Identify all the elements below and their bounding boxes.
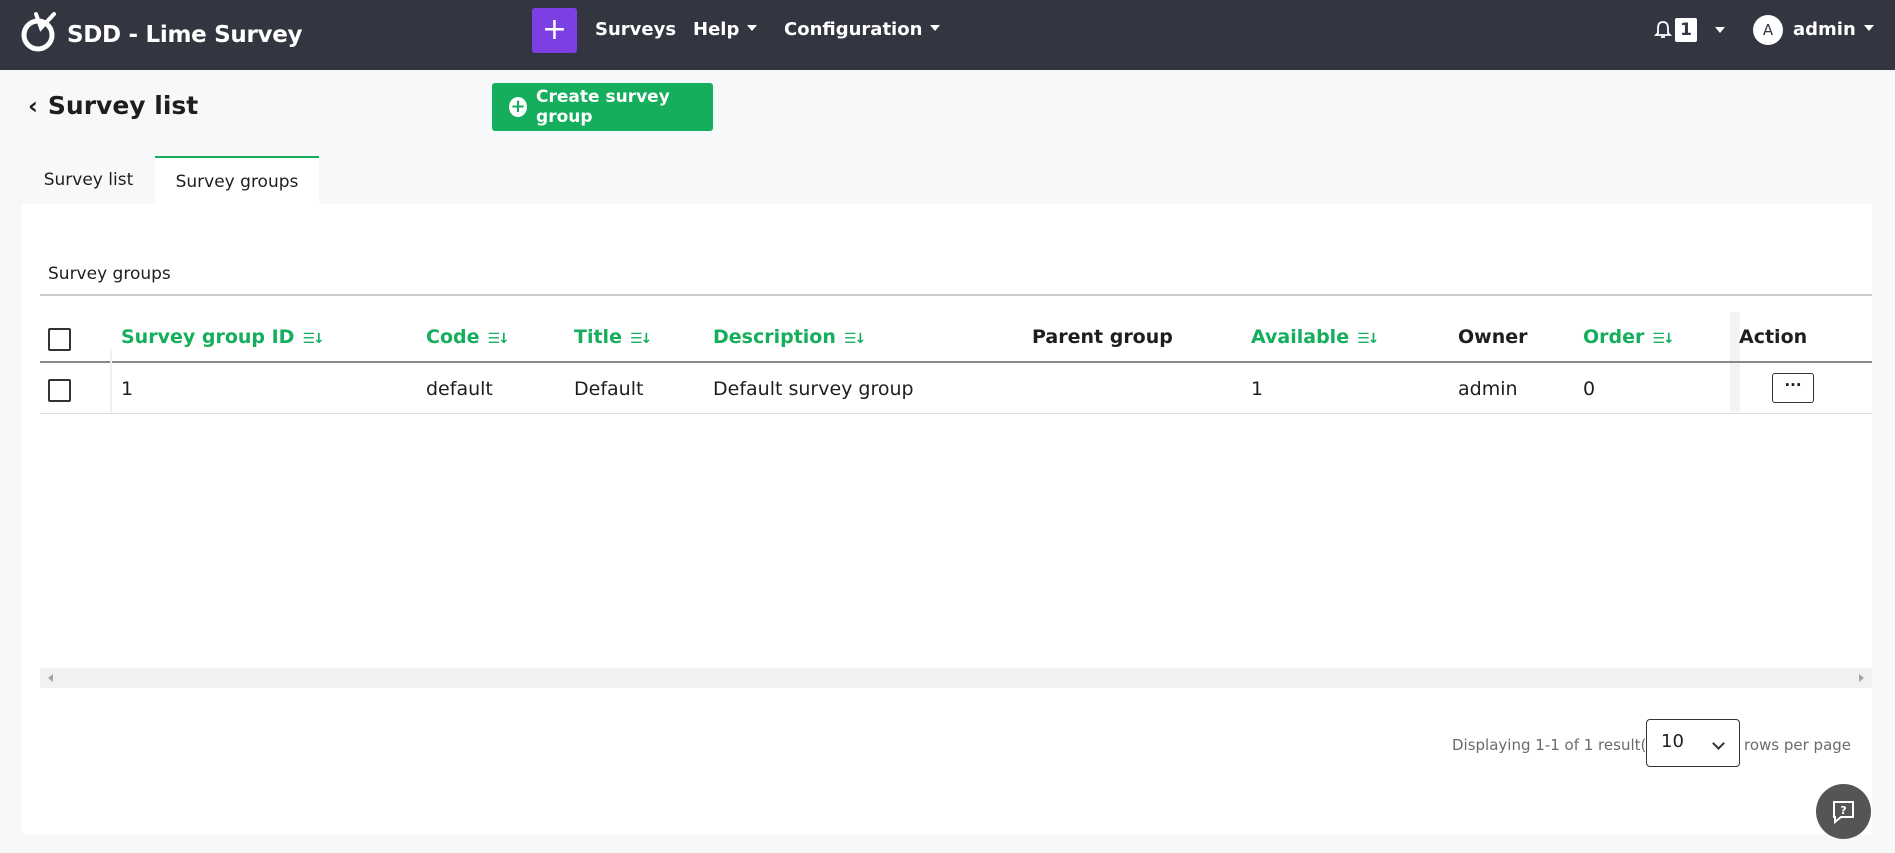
help-chat-button[interactable]: ? <box>1816 784 1871 839</box>
avatar[interactable]: A <box>1753 15 1783 45</box>
column-header-available[interactable]: Available ☰↓ <box>1251 326 1379 348</box>
nav-surveys-label: Surveys <box>595 19 677 40</box>
chat-question-icon: ? <box>1833 801 1854 825</box>
divider <box>40 361 1872 363</box>
horizontal-scrollbar[interactable] <box>40 668 1872 688</box>
nav-configuration-label: Configuration <box>784 19 923 40</box>
column-header-id[interactable]: Survey group ID ☰↓ <box>121 326 325 348</box>
scroll-left-icon[interactable] <box>48 674 53 682</box>
column-header-label: Order <box>1583 326 1645 348</box>
column-header-action: Action <box>1739 326 1808 348</box>
limesurvey-logo-icon[interactable] <box>20 10 60 54</box>
nav-configuration[interactable]: Configuration <box>784 19 941 40</box>
divider <box>40 413 1872 414</box>
create-survey-group-label: Create survey group <box>536 87 670 127</box>
column-header-title[interactable]: Title ☰↓ <box>574 326 652 348</box>
user-name: admin <box>1793 19 1856 40</box>
cell-owner: admin <box>1458 378 1518 400</box>
column-divider <box>110 349 112 413</box>
tab-survey-list[interactable]: Survey list <box>22 156 155 206</box>
pager-summary: Displaying 1-1 of 1 result(s). <box>1452 736 1665 754</box>
sort-icon: ☰↓ <box>1652 331 1674 347</box>
sort-icon: ☰↓ <box>487 331 509 347</box>
plus-icon: + <box>541 12 568 47</box>
create-survey-group-button[interactable]: + Create survey group <box>492 83 713 131</box>
column-header-description[interactable]: Description ☰↓ <box>713 326 866 348</box>
chevron-down-icon <box>1712 737 1725 750</box>
column-header-label: Title <box>574 326 622 348</box>
column-header-code[interactable]: Code ☰↓ <box>426 326 510 348</box>
scroll-right-icon[interactable] <box>1859 674 1864 682</box>
divider <box>40 294 1872 296</box>
create-plus-button[interactable]: + <box>532 8 577 53</box>
select-all-checkbox[interactable] <box>48 328 71 351</box>
row-actions-button[interactable]: ··· <box>1772 373 1814 403</box>
user-menu[interactable]: admin <box>1793 19 1874 40</box>
column-header-label: Description <box>713 326 836 348</box>
brand-name[interactable]: SDD - Lime Survey <box>67 22 302 48</box>
column-header-label: Survey group ID <box>121 326 295 348</box>
sort-icon: ☰↓ <box>302 331 324 347</box>
sort-icon: ☰↓ <box>1357 331 1379 347</box>
survey-groups-panel: Survey groups Survey group ID ☰↓ Code ☰↓ T… <box>22 204 1872 834</box>
caret-down-icon <box>1863 25 1874 31</box>
column-header-owner: Owner <box>1458 326 1528 348</box>
caret-down-icon[interactable] <box>1715 27 1725 33</box>
bell-icon[interactable] <box>1654 20 1672 40</box>
caret-down-icon <box>930 25 941 31</box>
nav-help-label: Help <box>693 19 740 40</box>
top-navbar: SDD - Lime Survey + Surveys Help Configu… <box>0 0 1895 70</box>
caret-down-icon <box>747 25 758 31</box>
sort-icon: ☰↓ <box>629 331 652 347</box>
rows-per-page-value: 10 <box>1661 731 1684 752</box>
svg-text:?: ? <box>1840 804 1846 817</box>
back-link[interactable]: ‹ Survey list <box>28 91 198 120</box>
sort-icon: ☰↓ <box>843 331 866 347</box>
cell-id: 1 <box>121 378 134 400</box>
page-title: Survey list <box>47 91 199 120</box>
row-checkbox[interactable] <box>48 379 71 402</box>
chevron-left-icon: ‹ <box>28 91 38 120</box>
rows-per-page-label: rows per page <box>1744 736 1852 754</box>
plus-circle-icon: + <box>509 96 528 117</box>
column-header-label: Code <box>426 326 480 348</box>
nav-surveys[interactable]: Surveys <box>595 19 676 40</box>
column-header-order[interactable]: Order ☰↓ <box>1583 326 1675 348</box>
nav-help[interactable]: Help <box>693 19 758 40</box>
cell-order: 0 <box>1583 378 1596 400</box>
cell-available: 1 <box>1251 378 1264 400</box>
panel-title: Survey groups <box>48 264 171 284</box>
column-header-label: Available <box>1251 326 1350 348</box>
rows-per-page-select[interactable]: 10 <box>1646 719 1740 767</box>
cell-code: default <box>426 378 493 400</box>
cell-description: Default survey group <box>713 378 914 400</box>
column-header-parent-group: Parent group <box>1032 326 1173 348</box>
tab-survey-groups[interactable]: Survey groups <box>155 156 319 206</box>
notification-count-badge[interactable]: 1 <box>1675 18 1697 42</box>
cell-title: Default <box>574 378 644 400</box>
